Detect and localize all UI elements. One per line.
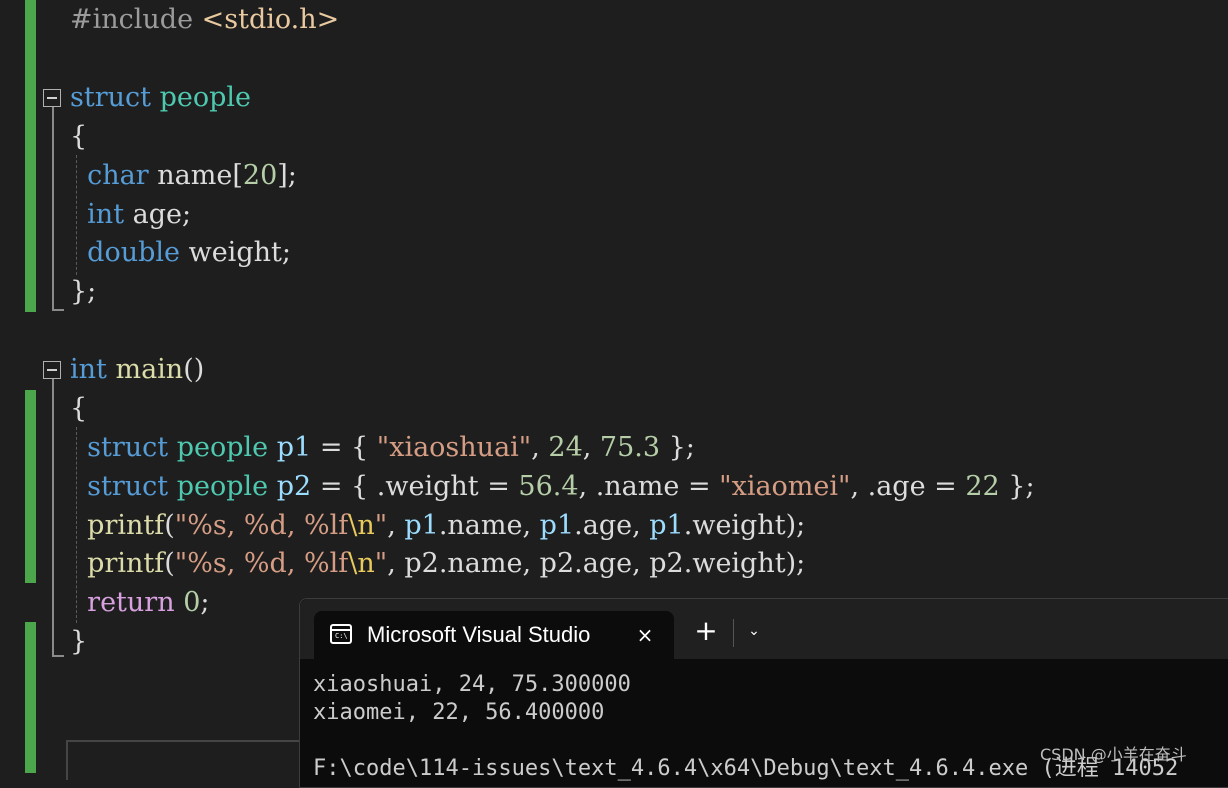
fold-line-end: [52, 655, 64, 657]
type-people: people: [176, 471, 269, 502]
field-age: age: [582, 510, 633, 541]
format-string-end: ": [374, 510, 388, 541]
field-name: name: [447, 548, 523, 579]
array-size: 20: [242, 160, 278, 191]
keyword-int: int: [87, 199, 125, 230]
open-brace: {: [70, 393, 88, 424]
code-line-field-weight[interactable]: double weight;: [70, 233, 291, 272]
field-age: age: [132, 199, 182, 230]
field-name: name: [157, 160, 233, 191]
variable-p2: p2: [276, 471, 312, 502]
field-weight: weight: [385, 471, 479, 502]
keyword-double: double: [87, 237, 180, 268]
code-line-p1-init[interactable]: struct people p1 = { "xiaoshuai", 24, 75…: [70, 428, 695, 467]
number-literal: 75.3: [599, 432, 661, 463]
keyword-struct: struct: [87, 471, 169, 502]
close-icon[interactable]: ×: [632, 622, 658, 648]
keyword-struct: struct: [87, 432, 169, 463]
close-brace: }: [70, 626, 88, 657]
number-literal: 22: [965, 471, 1000, 502]
change-indicator-bar: [25, 0, 36, 312]
code-line-field-age[interactable]: int age;: [70, 195, 191, 234]
keyword-int: int: [70, 354, 107, 385]
number-literal: 0: [183, 587, 201, 618]
tab-separator: [733, 619, 734, 647]
variable-p1: p1: [276, 432, 312, 463]
escape-sequence: \n: [348, 510, 375, 541]
variable-p2: p2: [404, 548, 439, 579]
code-line-open-brace[interactable]: {: [70, 117, 87, 156]
change-indicator-bar: [25, 622, 36, 773]
code-line-printf-p2[interactable]: printf("%s, %d, %lf\n", p2.name, p2.age,…: [70, 544, 805, 583]
field-name: name: [604, 471, 680, 502]
variable-p1: p1: [539, 510, 575, 541]
fold-line-end: [52, 309, 64, 311]
console-output-line: xiaoshuai, 24, 75.300000: [313, 672, 631, 697]
console-output-line: xiaomei, 22, 56.400000: [313, 700, 605, 725]
function-printf: printf: [87, 510, 165, 541]
code-line-close-brace[interactable]: }: [70, 622, 87, 661]
collapse-main-icon[interactable]: [43, 361, 61, 379]
format-string: "%s, %d, %lf: [174, 548, 349, 579]
number-literal: 56.4: [518, 471, 579, 502]
terminal-icon: C:\: [330, 624, 352, 644]
type-people: people: [159, 82, 251, 113]
console-tab-bar: C:\ Microsoft Visual Studio × + ⌄: [300, 599, 1228, 659]
field-age: age: [582, 548, 633, 579]
escape-sequence: \n: [348, 548, 375, 579]
string-literal: "xiaomei": [719, 471, 851, 502]
fold-line: [52, 379, 54, 657]
include-file: <stdio.h>: [201, 4, 340, 35]
function-printf: printf: [87, 548, 165, 579]
field-age: age: [876, 471, 926, 502]
variable-p2: p2: [649, 548, 684, 579]
field-name: name: [447, 510, 523, 541]
keyword-char: char: [87, 160, 149, 191]
keyword-return: return: [87, 587, 175, 618]
variable-p2: p2: [539, 548, 575, 579]
new-tab-button[interactable]: +: [692, 617, 720, 645]
field-weight: weight: [692, 510, 786, 541]
tab-title: Microsoft Visual Studio: [367, 622, 591, 647]
variable-p1: p1: [404, 510, 439, 541]
function-main: main: [115, 354, 184, 385]
close-brace: };: [70, 276, 97, 307]
console-tab[interactable]: C:\ Microsoft Visual Studio ×: [314, 611, 674, 659]
string-literal: "xiaoshuai": [376, 432, 532, 463]
format-string-end: ": [374, 548, 388, 579]
change-indicator-bar: [25, 390, 36, 583]
code-line-field-name[interactable]: char name[20];: [70, 156, 297, 195]
code-line-main-decl[interactable]: int main(): [70, 350, 204, 389]
code-line-include[interactable]: #include <stdio.h>: [70, 0, 339, 39]
fold-line: [52, 107, 54, 311]
code-line-struct-decl[interactable]: struct people: [70, 78, 251, 117]
keyword-struct: struct: [70, 82, 151, 113]
code-line-p2-init[interactable]: struct people p2 = { .weight = 56.4, .na…: [70, 467, 1034, 506]
code-line-close-brace[interactable]: };: [70, 272, 96, 311]
code-line-open-brace[interactable]: {: [70, 389, 87, 428]
number-literal: 24: [548, 432, 583, 463]
editor-bottom-panel: [66, 740, 306, 780]
code-line-return[interactable]: return 0;: [70, 583, 209, 622]
preprocessor-directive: #include: [70, 4, 194, 35]
field-weight: weight: [188, 237, 282, 268]
code-line-printf-p1[interactable]: printf("%s, %d, %lf\n", p1.name, p1.age,…: [70, 506, 805, 545]
open-brace: {: [70, 121, 88, 152]
variable-p1: p1: [649, 510, 684, 541]
format-string: "%s, %d, %lf: [174, 510, 349, 541]
collapse-struct-icon[interactable]: [43, 89, 61, 107]
chevron-down-icon[interactable]: ⌄: [742, 619, 766, 643]
watermark: CSDN @小羊在奋斗: [1040, 745, 1187, 764]
field-weight: weight: [692, 548, 786, 579]
type-people: people: [176, 432, 269, 463]
